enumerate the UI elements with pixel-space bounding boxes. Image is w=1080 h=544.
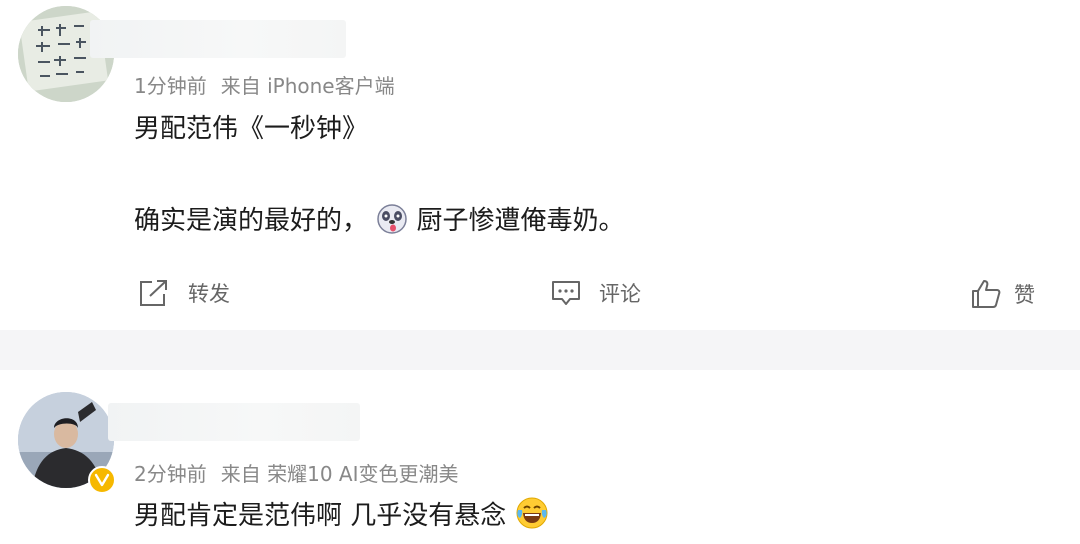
post-time: 2分钟前: [134, 462, 207, 486]
like-label: 赞: [1014, 283, 1035, 307]
comment-button[interactable]: 评论: [551, 278, 641, 308]
post-time: 1分钟前: [134, 74, 207, 98]
comment-text-line: 男配肯定是范伟啊 几乎没有悬念: [134, 495, 549, 537]
like-button[interactable]: 赞: [970, 278, 1035, 310]
thumbs-up-icon: [972, 280, 1001, 308]
post-source: 来自 iPhone客户端: [220, 74, 395, 98]
username-blurred[interactable]: [90, 20, 346, 58]
comment-text-line: 男配范伟《一秒钟》: [134, 114, 369, 144]
dog-face-emoji: [376, 203, 408, 242]
card-divider: [0, 330, 1080, 370]
post-meta: 2分钟前 来自 荣耀10 AI变色更潮美: [134, 458, 458, 487]
comment-text: 男配肯定是范伟啊 几乎没有悬念: [134, 501, 507, 531]
repost-label: 转发: [188, 282, 230, 306]
username-blurred[interactable]: [108, 403, 360, 441]
post-meta: 1分钟前 来自 iPhone客户端: [134, 70, 395, 99]
comment-text-line: 确实是演的最好的， 厨子惨遭俺毒奶。: [134, 200, 625, 242]
share-icon: [140, 280, 167, 306]
comment-icon: [552, 281, 580, 305]
comment-text: 确实是演的最好的，: [134, 206, 369, 236]
comment-card: 1分钟前 来自 iPhone客户端 男配范伟《一秒钟》 确实是演的最好的， 厨子惨…: [0, 0, 1080, 330]
comment-text: 厨子惨遭俺毒奶。: [416, 206, 625, 236]
comment-card: 2分钟前 来自 荣耀10 AI变色更潮美 男配肯定是范伟啊 几乎没有悬念: [0, 370, 1080, 544]
post-source: 来自 荣耀10 AI变色更潮美: [220, 462, 459, 486]
laughing-tears-emoji: [515, 496, 549, 537]
verified-badge-icon: [88, 466, 116, 494]
comment-label: 评论: [599, 282, 641, 306]
repost-button[interactable]: 转发: [138, 278, 230, 308]
